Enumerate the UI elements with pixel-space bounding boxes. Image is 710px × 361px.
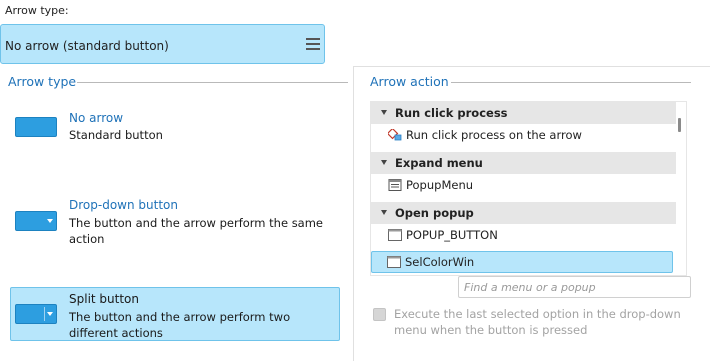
- section-run-click-process[interactable]: Run click process: [371, 102, 676, 124]
- option-no-arrow-desc: Standard button: [69, 128, 163, 142]
- section-label: Open popup: [395, 206, 474, 220]
- option-dropdown-button[interactable]: Drop-down button The button and the arro…: [10, 194, 340, 250]
- process-icon: [388, 129, 402, 141]
- execute-last-option-label: Execute the last selected option in the …: [394, 307, 681, 337]
- section-open-popup[interactable]: Open popup: [371, 202, 676, 224]
- hamburger-menu-icon[interactable]: [306, 38, 320, 50]
- arrow-type-combo[interactable]: No arrow (standard button): [0, 24, 325, 64]
- window-icon: [387, 256, 401, 268]
- list-item-run-click-arrow[interactable]: Run click process on the arrow: [371, 124, 676, 146]
- window-icon: [388, 229, 402, 241]
- dropdown-button-icon: [15, 211, 57, 231]
- chevron-down-icon: [47, 312, 53, 316]
- list-item-popupmenu[interactable]: PopupMenu: [371, 174, 676, 196]
- arrow-action-group-title: Arrow action: [370, 74, 449, 89]
- split-button-icon: [15, 304, 57, 324]
- option-split-title: Split button: [69, 292, 140, 306]
- arrow-action-group-divider: [451, 82, 691, 83]
- execute-last-option-checkbox[interactable]: [373, 308, 386, 321]
- list-item-selcolorwin[interactable]: SelColorWin: [371, 251, 673, 273]
- menu-icon: [388, 179, 402, 191]
- chevron-down-icon: [47, 219, 53, 223]
- chevron-down-icon: [381, 210, 387, 215]
- search-input[interactable]: [458, 276, 691, 298]
- option-no-arrow-title: No arrow: [69, 111, 124, 125]
- option-split-button[interactable]: Split button The button and the arrow pe…: [10, 287, 340, 341]
- section-label: Expand menu: [395, 156, 483, 170]
- chevron-down-icon: [381, 110, 387, 115]
- option-no-arrow[interactable]: No arrow Standard button: [10, 108, 340, 154]
- arrow-type-label: Arrow type:: [5, 4, 69, 17]
- option-dropdown-title: Drop-down button: [69, 198, 178, 212]
- list-item-label: PopupMenu: [406, 178, 474, 192]
- list-item-label: Run click process on the arrow: [406, 128, 582, 142]
- split-separator: [44, 307, 45, 321]
- list-item-label: SelColorWin: [405, 255, 475, 269]
- arrow-type-group-divider: [77, 82, 348, 83]
- section-label: Run click process: [395, 106, 508, 120]
- chevron-down-icon: [381, 160, 387, 165]
- option-split-desc: The button and the arrow perform two dif…: [69, 310, 291, 340]
- list-item-label: POPUP_BUTTON: [406, 228, 498, 242]
- option-dropdown-desc: The button and the arrow perform the sam…: [69, 216, 324, 246]
- list-item-popup-button[interactable]: POPUP_BUTTON: [371, 224, 676, 246]
- standard-button-icon: [15, 117, 57, 137]
- arrow-type-group-title: Arrow type: [8, 74, 77, 89]
- list-scrollbar[interactable]: [678, 118, 681, 132]
- arrow-type-value: No arrow (standard button): [5, 39, 169, 53]
- section-expand-menu[interactable]: Expand menu: [371, 152, 676, 174]
